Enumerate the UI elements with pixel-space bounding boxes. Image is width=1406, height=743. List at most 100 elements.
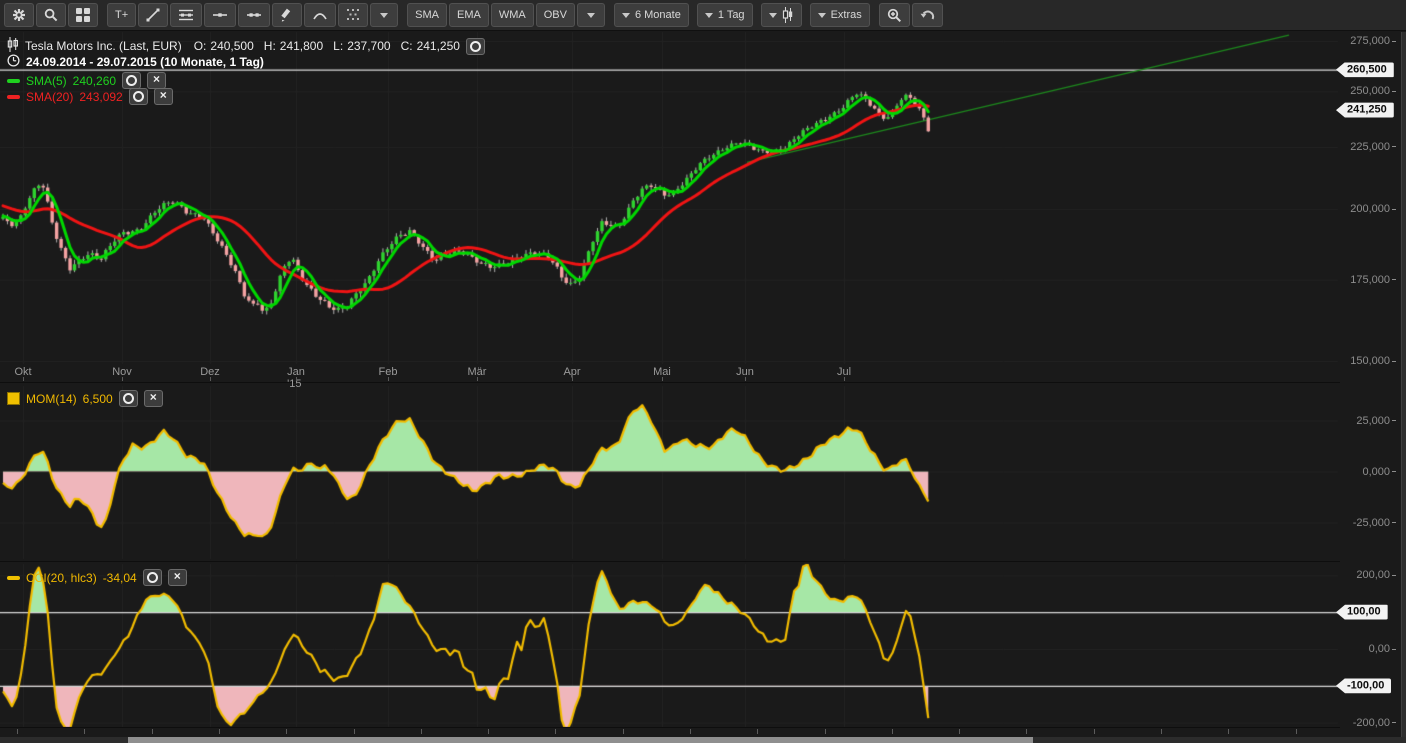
axis-tick xyxy=(757,729,758,734)
ohlc-readout: O:240,500 H:241,800 L:237,700 C:241,250 xyxy=(194,39,460,53)
cci-label: CCI(20, hlc3) xyxy=(26,571,97,585)
cci-legend: CCI(20, hlc3) -34,04 × xyxy=(7,569,187,586)
axis-tick xyxy=(354,729,355,734)
circle-icon xyxy=(470,41,481,52)
axis-tick-label: 200,000 xyxy=(1350,203,1396,215)
horizontal-ray-tool-button[interactable] xyxy=(238,3,270,27)
circle-icon xyxy=(133,91,144,102)
search-icon xyxy=(44,8,58,22)
panel-separator xyxy=(0,382,1340,383)
axis-tick xyxy=(488,729,489,734)
axis-tick xyxy=(555,729,556,734)
layout-grid-button[interactable] xyxy=(68,3,98,27)
undo-button[interactable] xyxy=(912,3,943,27)
obv-button[interactable]: OBV xyxy=(536,3,575,27)
text-tool-button[interactable]: T+ xyxy=(107,3,136,27)
axis-tick xyxy=(690,729,691,734)
mom-swatch-icon xyxy=(7,392,20,405)
close-value: 241,250 xyxy=(417,39,460,53)
axis-tick-label: 250,000 xyxy=(1350,85,1396,97)
date-range-row: 24.09.2014 - 29.07.2015 (10 Monate, 1 Ta… xyxy=(7,54,485,70)
wma-button[interactable]: WMA xyxy=(491,3,534,27)
axis-tick-label: 200,00 xyxy=(1356,569,1396,581)
sma20-label: SMA(20) xyxy=(26,90,73,104)
pencil-icon xyxy=(280,8,294,22)
horizontal-ray-icon xyxy=(246,8,262,22)
toolbar-group-main xyxy=(4,3,98,27)
horizontal-scrollbar-thumb[interactable] xyxy=(128,737,1033,743)
high-value: 241,800 xyxy=(280,39,323,53)
sma5-remove-button[interactable]: × xyxy=(147,72,166,89)
axis-tick-label: 150,000 xyxy=(1350,355,1396,367)
axis-tick xyxy=(1296,729,1297,734)
fibonacci-icon xyxy=(178,8,194,22)
range-dropdown[interactable]: 6 Monate xyxy=(614,3,689,27)
cci-level-tag: 100,00 xyxy=(1336,605,1388,620)
mom-settings-button[interactable] xyxy=(119,390,138,407)
axis-tick-label: 175,000 xyxy=(1350,274,1396,286)
candlestick-icon xyxy=(782,7,794,23)
axis-tick-label: -25,000 xyxy=(1353,517,1396,529)
clock-icon xyxy=(7,54,20,70)
more-draw-tools-button[interactable] xyxy=(370,3,398,27)
circle-icon xyxy=(147,572,158,583)
toolbar-group-zoom xyxy=(879,3,943,27)
gear-icon xyxy=(12,8,26,22)
axis-tick xyxy=(1094,729,1095,734)
pattern-icon xyxy=(346,8,360,22)
ema-button[interactable]: EMA xyxy=(449,3,489,27)
cci-settings-button[interactable] xyxy=(143,569,162,586)
more-indicators-button[interactable] xyxy=(577,3,605,27)
toolbar-group-view: 6 Monate 1 Tag Extras xyxy=(614,3,870,27)
horizontal-line-icon xyxy=(212,8,228,22)
sma5-settings-button[interactable] xyxy=(122,72,141,89)
sma20-remove-button[interactable]: × xyxy=(154,88,173,105)
high-label: H: xyxy=(264,39,276,53)
mom-remove-button[interactable]: × xyxy=(144,390,163,407)
range-dropdown-label: 6 Monate xyxy=(635,9,681,21)
charting-app: T+ xyxy=(0,0,1406,743)
chevron-down-icon xyxy=(705,13,713,18)
chart-header: Tesla Motors Inc. (Last, EUR) O:240,500 … xyxy=(7,38,485,70)
cci-swatch-icon xyxy=(7,576,20,580)
vertical-scrollbar[interactable] xyxy=(1401,32,1406,743)
toolbar: T+ xyxy=(0,0,1406,31)
candlestick-series-icon xyxy=(7,37,19,55)
chart-type-dropdown[interactable] xyxy=(761,3,802,27)
pencil-tool-button[interactable] xyxy=(272,3,302,27)
axis-tick xyxy=(122,377,123,381)
pattern-tool-button[interactable] xyxy=(338,3,368,27)
axis-tick xyxy=(844,377,845,381)
settings-button[interactable] xyxy=(4,3,34,27)
obv-button-label: OBV xyxy=(544,9,567,21)
cci-remove-button[interactable]: × xyxy=(168,569,187,586)
zoom-in-button[interactable] xyxy=(879,3,910,27)
axis-tick xyxy=(17,729,18,734)
last-price-tag: 241,250 xyxy=(1336,103,1394,118)
trendline-tool-button[interactable] xyxy=(138,3,168,27)
sma5-legend: SMA(5) 240,260 × xyxy=(7,72,166,89)
panel-separator xyxy=(0,727,1340,728)
sma20-legend: SMA(20) 243,092 × xyxy=(7,88,173,105)
axis-tick xyxy=(388,377,389,381)
axis-tick xyxy=(959,729,960,734)
fibonacci-tool-button[interactable] xyxy=(170,3,202,27)
close-label: C: xyxy=(401,39,413,53)
horizontal-scrollbar[interactable] xyxy=(0,737,1406,743)
search-button[interactable] xyxy=(36,3,66,27)
interval-dropdown[interactable]: 1 Tag xyxy=(697,3,753,27)
extras-dropdown-label: Extras xyxy=(831,9,862,21)
series-settings-button[interactable] xyxy=(466,38,485,55)
sma-button[interactable]: SMA xyxy=(407,3,447,27)
zoom-in-icon xyxy=(887,8,902,23)
extras-dropdown[interactable]: Extras xyxy=(810,3,870,27)
axis-tick-label: 225,000 xyxy=(1350,141,1396,153)
axis-tick xyxy=(296,377,297,381)
text-tool-label: T+ xyxy=(115,9,128,21)
date-range-text: 24.09.2014 - 29.07.2015 (10 Monate, 1 Ta… xyxy=(26,55,264,69)
arc-tool-button[interactable] xyxy=(304,3,336,27)
sma20-settings-button[interactable] xyxy=(129,88,148,105)
horizontal-line-tool-button[interactable] xyxy=(204,3,236,27)
open-value: 240,500 xyxy=(210,39,253,53)
ema-button-label: EMA xyxy=(457,9,481,21)
